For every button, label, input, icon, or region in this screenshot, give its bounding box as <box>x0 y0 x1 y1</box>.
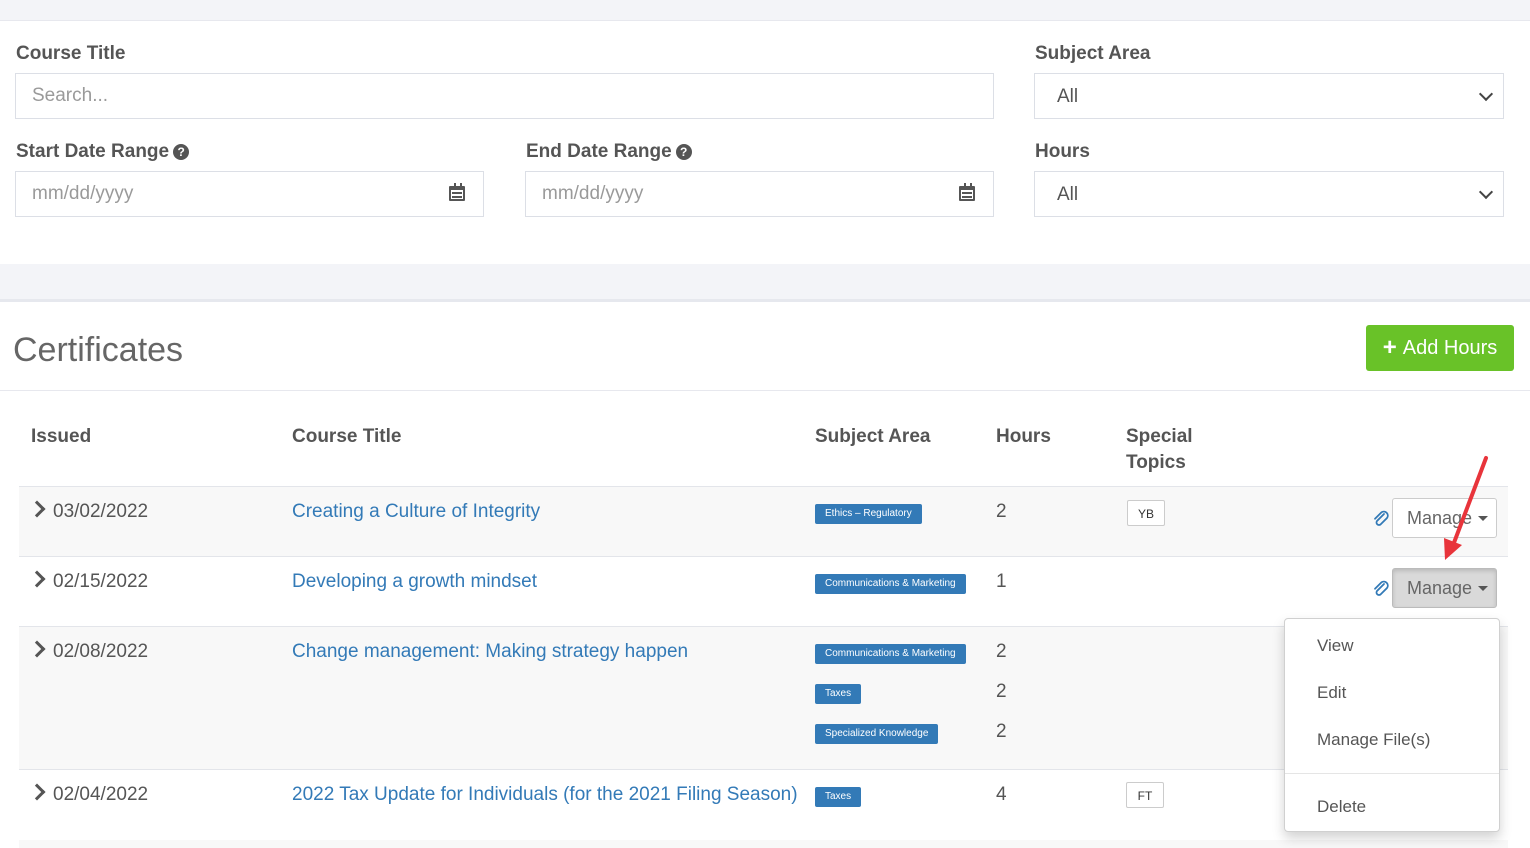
subject-tag: Specialized Knowledge <box>815 724 939 744</box>
calendar-icon <box>449 183 465 201</box>
row-expand-toggle[interactable]: 02/08/2022 <box>28 640 149 663</box>
subject-area-value: All <box>1057 86 1079 107</box>
annotation-arrow-icon <box>1444 456 1488 560</box>
manage-dropdown-menu: View Edit Manage File(s) Delete <box>1284 618 1500 832</box>
table-row <box>19 556 1508 627</box>
course-title-link[interactable]: 2022 Tax Update for Individuals (for the… <box>292 784 798 806</box>
hours-select[interactable]: All <box>1034 171 1504 217</box>
chevron-right-icon <box>28 570 46 588</box>
subject-tag: Taxes <box>815 787 862 807</box>
hours-value: 2 <box>996 641 1007 662</box>
hours-label: Hours <box>1035 141 1090 162</box>
hours-value: 4 <box>996 784 1007 805</box>
chevron-down-icon <box>1478 86 1494 102</box>
calendar-icon <box>959 183 975 201</box>
column-header-course-title[interactable]: Course Title <box>292 424 401 450</box>
subject-tag: Ethics – Regulatory <box>815 504 922 524</box>
table-row <box>19 840 1508 848</box>
paperclip-icon[interactable] <box>1372 580 1390 598</box>
start-date-input[interactable] <box>15 171 433 217</box>
subject-tag: Taxes <box>815 684 862 704</box>
special-topics-line1: Special <box>1126 426 1193 447</box>
menu-item-manage-files[interactable]: Manage File(s) <box>1317 730 1430 750</box>
special-topic-badge: FT <box>1126 782 1164 808</box>
paperclip-icon[interactable] <box>1372 510 1390 528</box>
menu-divider <box>1285 773 1499 774</box>
issued-date: 02/08/2022 <box>53 641 149 662</box>
menu-item-edit[interactable]: Edit <box>1317 683 1346 703</box>
subject-tag: Communications & Marketing <box>815 644 966 664</box>
add-hours-button[interactable]: + Add Hours <box>1366 325 1514 371</box>
row-expand-toggle[interactable]: 02/04/2022 <box>28 783 149 806</box>
chevron-right-icon <box>28 500 46 518</box>
manage-dropdown-button[interactable]: Manage <box>1392 568 1497 608</box>
hours-value: 2 <box>996 681 1007 702</box>
plus-icon: + <box>1382 334 1397 361</box>
issued-date: 03/02/2022 <box>53 501 149 522</box>
course-title-label: Course Title <box>16 43 126 64</box>
subject-area-select[interactable]: All <box>1034 73 1504 119</box>
section-divider <box>0 264 1530 302</box>
column-header-issued[interactable]: Issued <box>31 424 91 450</box>
page-title: Certificates <box>13 331 184 369</box>
column-header-special-topics[interactable]: Special Topics <box>1126 424 1193 476</box>
chevron-down-icon <box>1478 184 1494 200</box>
end-date-input[interactable] <box>525 171 943 217</box>
row-expand-toggle[interactable]: 02/15/2022 <box>28 570 149 593</box>
start-date-label: Start Date Range? <box>16 141 190 163</box>
manage-label: Manage <box>1407 578 1473 598</box>
menu-item-view[interactable]: View <box>1317 636 1354 656</box>
end-date-label: End Date Range? <box>526 141 692 163</box>
special-topics-line2: Topics <box>1126 452 1186 473</box>
help-icon[interactable]: ? <box>173 144 190 160</box>
header-divider <box>0 390 1530 391</box>
row-expand-toggle[interactable]: 03/02/2022 <box>28 500 149 523</box>
filter-panel <box>0 21 1530 264</box>
chevron-right-icon <box>28 640 46 658</box>
start-date-label-text: Start Date Range <box>16 141 170 162</box>
end-date-label-text: End Date Range <box>526 141 672 162</box>
chevron-right-icon <box>28 783 46 801</box>
start-date-picker-button[interactable] <box>432 171 484 217</box>
column-header-hours[interactable]: Hours <box>996 424 1051 450</box>
end-date-picker-button[interactable] <box>942 171 994 217</box>
column-header-subject-area[interactable]: Subject Area <box>815 424 930 450</box>
subject-area-label: Subject Area <box>1035 43 1151 64</box>
issued-date: 02/15/2022 <box>53 571 149 592</box>
course-title-link[interactable]: Developing a growth mindset <box>292 571 537 593</box>
course-title-link[interactable]: Change management: Making strategy happe… <box>292 641 688 663</box>
subject-tag: Communications & Marketing <box>815 574 966 594</box>
help-icon[interactable]: ? <box>675 144 692 160</box>
top-strip <box>0 0 1530 21</box>
hours-value: 2 <box>996 501 1007 522</box>
issued-date: 02/04/2022 <box>53 784 149 805</box>
table-row <box>19 486 1508 557</box>
hours-value: 1 <box>996 571 1007 592</box>
menu-item-delete[interactable]: Delete <box>1317 797 1366 817</box>
caret-down-icon <box>1478 586 1489 591</box>
special-topic-badge: YB <box>1127 500 1165 526</box>
course-title-search-input[interactable] <box>15 73 994 119</box>
course-title-link[interactable]: Creating a Culture of Integrity <box>292 501 540 523</box>
add-hours-label: Add Hours <box>1402 336 1498 359</box>
hours-value: All <box>1057 184 1079 205</box>
hours-value: 2 <box>996 721 1007 742</box>
